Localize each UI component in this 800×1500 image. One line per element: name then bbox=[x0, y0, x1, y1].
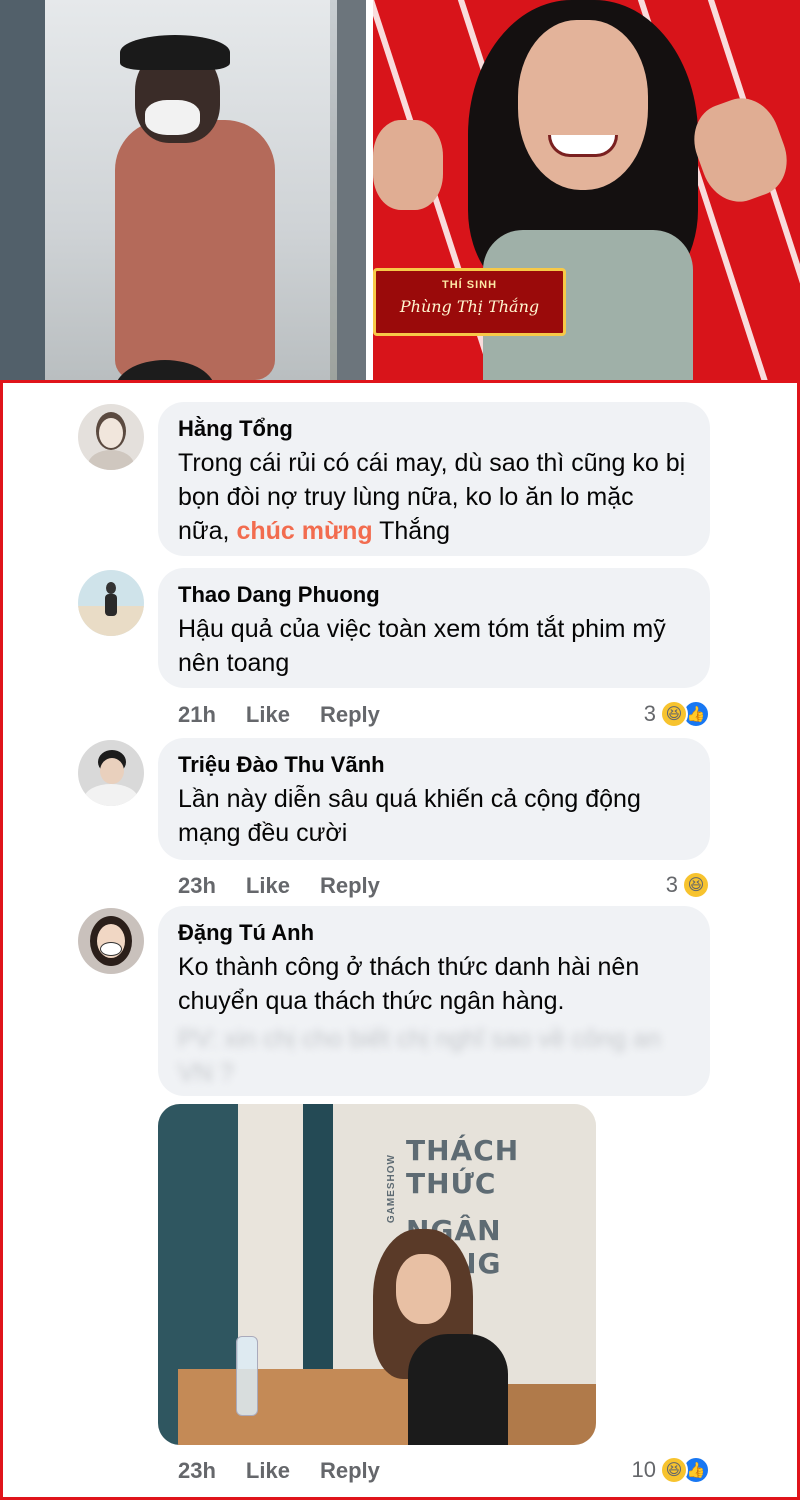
like-button[interactable]: Like bbox=[246, 702, 290, 727]
comment-author[interactable]: Thao Dang Phuong bbox=[178, 582, 690, 608]
avatar[interactable] bbox=[78, 740, 144, 806]
reaction-summary[interactable]: 3 😆 bbox=[666, 871, 710, 899]
comment-actions: 23h Like Reply bbox=[178, 873, 410, 899]
blurred-comment-text: PV: xin chị cho biết chị nghĩ sao về côn… bbox=[178, 1025, 661, 1087]
comment-time[interactable]: 21h bbox=[178, 702, 216, 727]
comment-text: Lần này diễn sâu quá khiến cả cộng động … bbox=[178, 785, 641, 847]
reaction-summary[interactable]: 10 😆 👍 bbox=[632, 1456, 710, 1484]
comment-text: Ko thành công ở thách thức danh hài nên … bbox=[178, 953, 640, 1015]
comment-text: Hậu quả của việc toàn xem tóm tắt phim m… bbox=[178, 615, 666, 677]
reaction-summary[interactable]: 3 😆 👍 bbox=[644, 700, 710, 728]
comment-bubble: Triệu Đào Thu Vãnh Lần này diễn sâu quá … bbox=[158, 738, 710, 860]
reaction-count: 10 bbox=[631, 1457, 656, 1482]
comment-author[interactable]: Triệu Đào Thu Vãnh bbox=[178, 752, 690, 778]
comment-bubble: Đặng Tú Anh Ko thành công ở thách thức d… bbox=[158, 906, 710, 1096]
comment-time[interactable]: 23h bbox=[178, 873, 216, 898]
comment-author[interactable]: Hằng Tổng bbox=[178, 416, 690, 442]
reply-button[interactable]: Reply bbox=[320, 1458, 380, 1483]
sign-line-1: THÁCH THỨC bbox=[406, 1134, 520, 1200]
comment-bubble: Hằng Tổng Trong cái rủi có cái may, dù s… bbox=[158, 402, 710, 556]
like-button[interactable]: Like bbox=[246, 873, 290, 898]
contestant-name-plate: THÍ SINH Phùng Thị Thắng bbox=[373, 268, 566, 336]
contestant-name: Phùng Thị Thắng bbox=[399, 297, 540, 316]
reply-button[interactable]: Reply bbox=[320, 873, 380, 898]
comment-highlight: chúc mừng bbox=[236, 517, 373, 545]
comment-time[interactable]: 23h bbox=[178, 1458, 216, 1483]
comment-actions: 23h Like Reply bbox=[178, 1458, 410, 1484]
haha-reaction-icon: 😆 bbox=[660, 1456, 688, 1484]
comment-text: Trong cái rủi có cái may, dù sao thì cũn… bbox=[178, 449, 686, 545]
haha-reaction-icon: 😆 bbox=[682, 871, 710, 899]
comment-actions: 21h Like Reply bbox=[178, 702, 410, 728]
sign-small-text: GAMESHOW bbox=[386, 1154, 397, 1224]
reaction-count: 3 bbox=[643, 701, 656, 726]
like-button[interactable]: Like bbox=[246, 1458, 290, 1483]
gameshow-photo[interactable]: THÍ SINH Phùng Thị Thắng bbox=[373, 0, 800, 380]
avatar[interactable] bbox=[78, 404, 144, 470]
header-photos: THÍ SINH Phùng Thị Thắng bbox=[0, 0, 800, 382]
avatar[interactable] bbox=[78, 570, 144, 636]
contestant-role: THÍ SINH bbox=[441, 279, 498, 291]
avatar[interactable] bbox=[78, 908, 144, 974]
comment-image-attachment[interactable]: GAMESHOW THÁCH THỨC NGÂN HÀNG bbox=[158, 1104, 596, 1445]
haha-reaction-icon: 😆 bbox=[660, 700, 688, 728]
comment-bubble: Thao Dang Phuong Hậu quả của việc toàn x… bbox=[158, 568, 710, 688]
reaction-count: 3 bbox=[665, 872, 678, 897]
comment-author[interactable]: Đặng Tú Anh bbox=[178, 920, 690, 946]
cctv-photo[interactable] bbox=[0, 0, 367, 380]
reply-button[interactable]: Reply bbox=[320, 702, 380, 727]
photo-divider bbox=[366, 0, 373, 380]
